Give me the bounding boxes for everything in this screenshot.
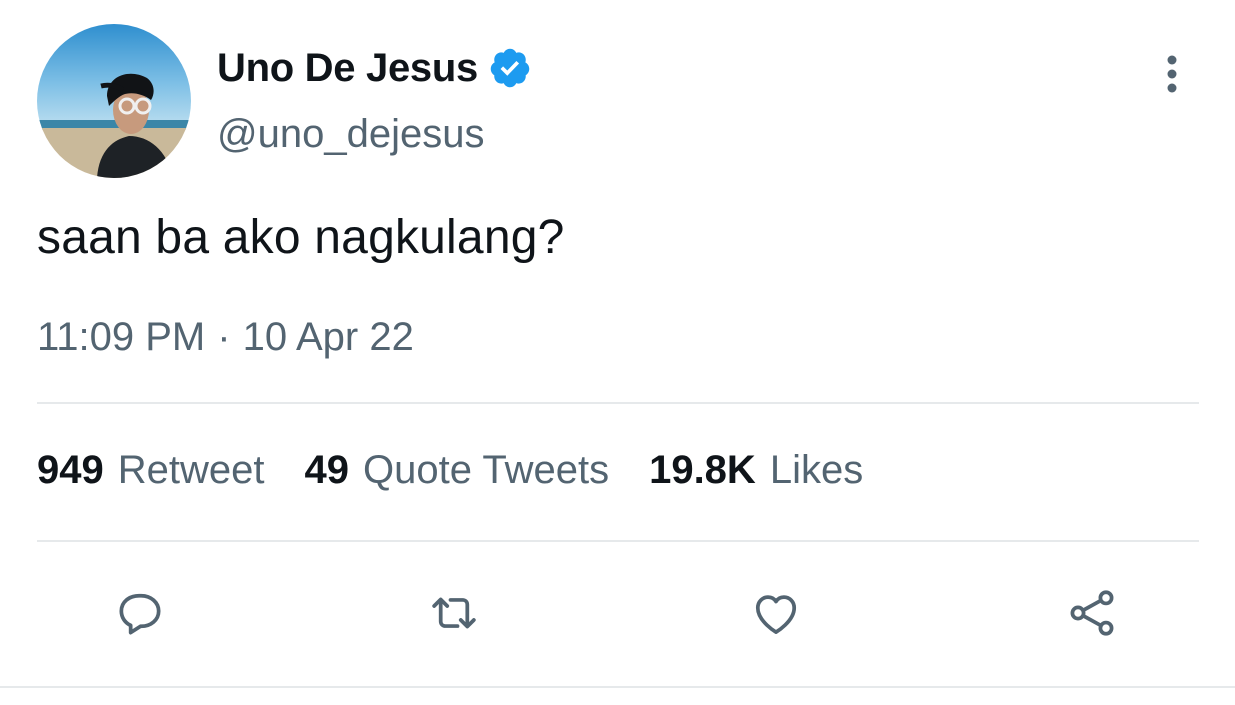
- author-display-name[interactable]: Uno De Jesus: [217, 46, 478, 91]
- likes-label: Likes: [769, 448, 864, 492]
- likes-stat[interactable]: 19.8K Likes: [649, 448, 863, 493]
- reply-button[interactable]: [110, 583, 170, 643]
- share-button[interactable]: [1062, 583, 1122, 643]
- heart-icon: [755, 595, 797, 634]
- tweet-stats: 949 Retweet 49 Quote Tweets 19.8K Likes: [37, 448, 903, 493]
- timestamp-separator: ·: [217, 315, 231, 359]
- reply-icon: [119, 593, 161, 635]
- avatar[interactable]: [37, 24, 191, 178]
- avatar-image: [37, 24, 191, 178]
- more-vertical-icon: [1167, 55, 1177, 93]
- tweet-detail: Uno De Jesus @uno_dejesus saan ba ako na…: [0, 0, 1235, 705]
- more-options-button[interactable]: [1150, 52, 1194, 96]
- like-button[interactable]: [746, 583, 806, 643]
- author-handle[interactable]: @uno_dejesus: [217, 112, 484, 157]
- divider: [37, 402, 1199, 404]
- quote-tweets-count: 49: [304, 448, 350, 492]
- verified-badge-icon: [490, 48, 530, 88]
- retweet-button[interactable]: [424, 583, 484, 643]
- quote-tweets-label: Quote Tweets: [363, 448, 610, 492]
- retweets-count: 949: [37, 448, 104, 492]
- author-name-row[interactable]: Uno De Jesus: [217, 40, 532, 96]
- share-icon: [1070, 590, 1114, 636]
- quote-tweets-stat[interactable]: 49 Quote Tweets: [305, 448, 610, 493]
- tweet-timestamp[interactable]: 11:09 PM · 10 Apr 22: [37, 315, 414, 360]
- tweet-date: 10 Apr 22: [242, 315, 414, 359]
- retweets-stat[interactable]: 949 Retweet: [37, 448, 265, 493]
- retweets-label: Retweet: [117, 448, 265, 492]
- retweet-icon: [432, 597, 476, 629]
- divider: [37, 540, 1199, 542]
- divider: [0, 686, 1235, 688]
- tweet-time: 11:09 PM: [37, 315, 206, 359]
- likes-count: 19.8K: [649, 448, 756, 492]
- tweet-actions: [0, 583, 1235, 643]
- tweet-text: saan ba ako nagkulang?: [37, 211, 565, 264]
